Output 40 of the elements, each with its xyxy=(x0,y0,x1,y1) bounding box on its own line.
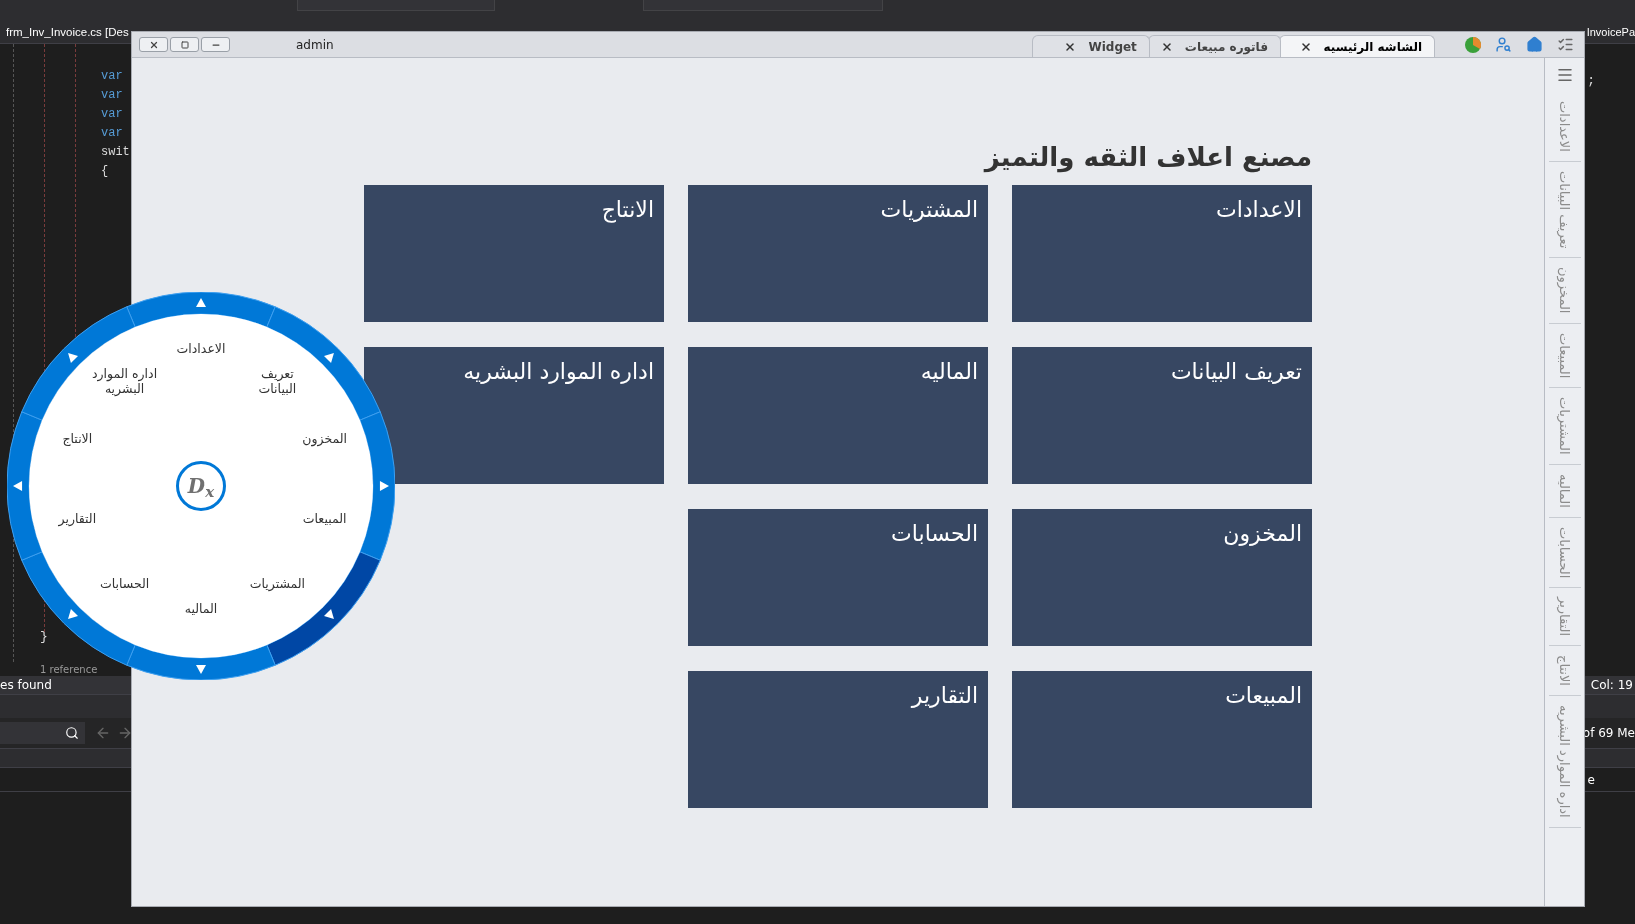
radial-menu-item[interactable]: التقارير xyxy=(44,511,111,527)
menu-tile[interactable]: الاعدادات xyxy=(1012,185,1312,322)
code-text: var xyxy=(101,125,124,142)
window-title: admin xyxy=(296,36,334,54)
code-text: ; xyxy=(1587,73,1595,88)
radial-menu-item[interactable]: المخزون xyxy=(291,430,358,446)
row-text: e xyxy=(1587,771,1596,789)
code-text: } xyxy=(40,627,48,646)
radial-menu-item[interactable]: تعريف البيانات xyxy=(244,365,311,396)
column-indicator: Col: 19 xyxy=(1590,677,1634,694)
menu-tile[interactable]: الحسابات xyxy=(688,509,988,646)
menu-tile[interactable]: اداره الموارد البشريه xyxy=(364,347,664,484)
code-text: swit xyxy=(101,144,131,161)
document-tab[interactable]: frm_Inv_Invoice.cs [Des xyxy=(6,23,129,42)
radial-menu-item[interactable]: الاعدادات xyxy=(168,341,234,356)
menu-tile[interactable]: التقارير xyxy=(688,671,988,808)
radial-menu-item[interactable]: المبيعات xyxy=(291,511,358,527)
menu-tile[interactable]: الانتاج xyxy=(364,185,664,322)
code-text: var xyxy=(101,87,124,104)
code-text: var xyxy=(101,68,124,85)
window-tab[interactable]: Widget xyxy=(1031,35,1150,57)
menu-tile[interactable]: المخزون xyxy=(1012,509,1312,646)
menu-tile[interactable]: المبيعات xyxy=(1012,671,1312,808)
code-text: { xyxy=(101,163,110,180)
code-text: var xyxy=(101,106,124,123)
menu-tile[interactable]: المشتريات xyxy=(688,185,988,322)
logo-icon[interactable]: D$_{x}$ xyxy=(176,461,226,511)
menu-tile[interactable]: تعريف البيانات xyxy=(1012,347,1312,484)
document-tab[interactable]: InvoicePa xyxy=(1586,24,1635,41)
codelens-text[interactable]: 1 reference xyxy=(40,661,98,677)
radial-menu-item[interactable]: الانتاج xyxy=(44,430,111,446)
page-heading: مصنع اعلاف الثقه والتميز xyxy=(982,141,1312,172)
radial-menu-item[interactable]: الماليه xyxy=(168,601,234,616)
radial-menu-item[interactable]: المشتريات xyxy=(244,576,311,592)
window-tab[interactable]: فاتوره مبيعات xyxy=(1147,35,1281,57)
radial-menu-item[interactable]: اداره الموارد البشريه xyxy=(91,365,158,396)
find-status: es found xyxy=(0,677,52,694)
radial-menu-item[interactable]: الحسابات xyxy=(91,576,158,592)
window-tab[interactable]: الشاشه الرئيسيه xyxy=(1279,35,1435,57)
menu-tile[interactable]: الماليه xyxy=(688,347,988,484)
